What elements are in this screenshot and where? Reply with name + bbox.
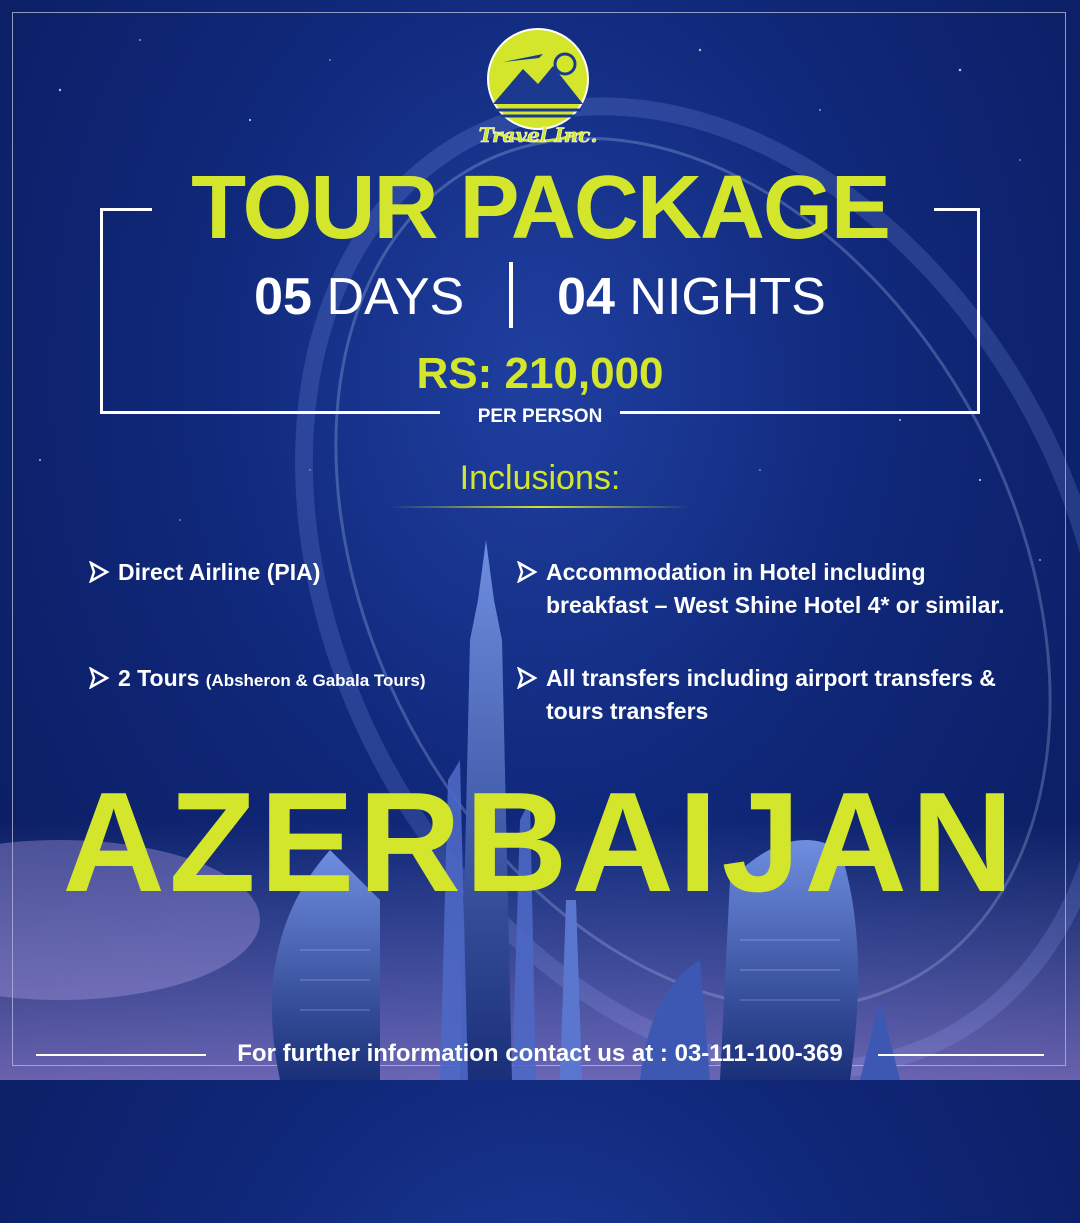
price-note: PER PERSON — [477, 406, 603, 427]
inclusion-text: All transfers including airport transfer… — [546, 665, 996, 691]
contact-info: For further information contact us at : … — [237, 1040, 843, 1067]
duration-separator — [508, 262, 513, 329]
inclusions-title: Inclusions: — [459, 459, 621, 497]
page-title: TOUR PACKAGE — [191, 158, 891, 258]
duration: 05 DAYS 04 NIGHTS — [0, 262, 1080, 338]
arrow-right-icon — [89, 561, 110, 583]
inclusion-text: Direct Airline (PIA) — [118, 559, 321, 585]
nights-number: 04 — [557, 268, 615, 326]
arrow-right-icon — [89, 667, 110, 689]
days-number: 05 — [254, 268, 312, 326]
inclusions-divider — [390, 506, 690, 508]
inclusion-text: Accommodation in Hotel including — [546, 559, 926, 585]
inclusion-item: All transfers including airport transfer… — [516, 662, 1046, 728]
logo-text: Travel Inc. — [479, 123, 598, 147]
inclusion-item: Accommodation in Hotel including breakfa… — [516, 556, 1046, 622]
travel-inc-logo: Travel Inc. — [478, 28, 598, 147]
inclusion-text: 2 Tours — [118, 665, 200, 691]
destination-title: AZERBAIJAN — [62, 763, 1018, 922]
arrow-right-icon — [517, 667, 538, 689]
days-label: DAYS — [326, 268, 465, 326]
price: RS: 210,000 — [416, 349, 664, 398]
inclusion-item: 2 Tours (Absheron & Gabala Tours) — [88, 662, 508, 697]
inclusion-item: Direct Airline (PIA) — [88, 556, 468, 589]
inclusion-text-line2: tours transfers — [546, 698, 709, 724]
inclusion-text-line2: breakfast – West Shine Hotel 4* or simil… — [546, 592, 1005, 618]
nights-label: NIGHTS — [629, 268, 826, 326]
inclusion-subtext: (Absheron & Gabala Tours) — [205, 671, 426, 690]
arrow-right-icon — [517, 561, 538, 583]
